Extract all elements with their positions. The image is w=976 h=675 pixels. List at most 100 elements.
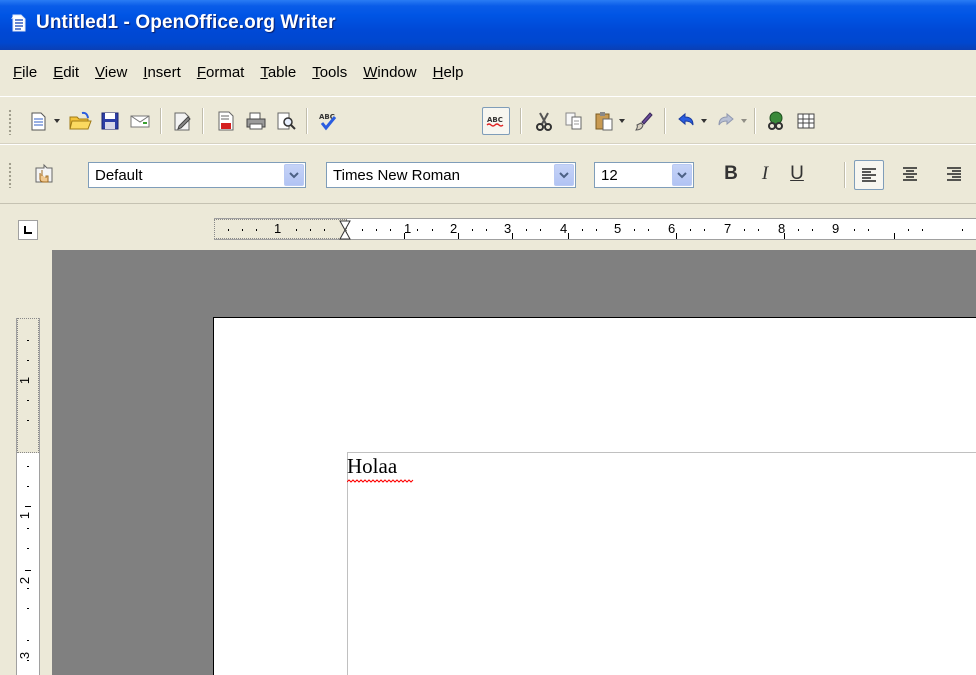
font-name-select[interactable]: Times New Roman [326,162,576,188]
paste-button[interactable] [590,107,618,135]
styles-hand-icon [35,163,53,183]
undo-arrow-icon [678,112,694,126]
italic-button[interactable]: I [752,159,778,189]
openoffice-writer-icon [11,14,26,32]
printer-icon [246,112,266,130]
menu-view[interactable]: View [87,58,135,88]
align-left-icon [862,168,876,182]
font-name-dropdown-button[interactable] [554,164,574,186]
new-document-button[interactable] [24,107,52,135]
formatting-toolbar: Default Times New Roman 12 B I U [0,144,976,204]
menu-file[interactable]: File [5,58,45,88]
edit-document-icon [174,112,191,131]
text-area-boundary [347,452,976,675]
paragraph-style-select[interactable]: Default [88,162,306,188]
menu-insert[interactable]: Insert [135,58,189,88]
menu-help[interactable]: Help [425,58,472,88]
align-center-button[interactable] [896,160,924,188]
table-grid-icon [797,113,815,129]
auto-spellcheck-toggle[interactable]: ABC [482,107,510,135]
vruler-label: 1 [17,511,33,520]
hruler-label: 2 [450,221,458,236]
edit-file-button[interactable] [168,107,196,135]
send-email-button[interactable] [126,107,154,135]
open-folder-icon [69,111,92,130]
align-right-icon [947,167,961,181]
copy-button[interactable] [560,107,588,135]
hruler-label: 1 [404,221,412,236]
spelling-error-underline [347,479,414,483]
vertical-ruler-ticks [25,340,31,661]
undo-dropdown-arrow[interactable] [700,107,708,135]
copy-icon [565,112,582,130]
redo-arrow-icon [718,112,734,126]
export-pdf-button[interactable] [212,107,240,135]
toolbar-separator [202,108,203,134]
clone-formatting-button[interactable] [630,107,658,135]
redo-dropdown-arrow[interactable] [740,107,748,135]
chevron-down-icon [677,172,687,179]
hruler-label: 8 [778,221,786,236]
table-button[interactable] [792,107,820,135]
menu-edit[interactable]: Edit [45,58,87,88]
horizontal-ruler-area: 1 1 2 3 4 5 6 7 8 9 [0,204,976,250]
font-size-select[interactable]: 12 [594,162,694,188]
scissors-icon [536,112,552,131]
paste-dropdown-arrow[interactable] [618,107,626,135]
tab-stop-type-selector[interactable] [18,220,38,240]
undo-button[interactable] [672,107,700,135]
chevron-down-icon [289,172,299,179]
toolbar-separator [754,108,755,134]
window-title: Untitled1 - OpenOffice.org Writer [36,12,336,33]
menu-format[interactable]: Format [189,58,253,88]
page-preview-button[interactable] [272,107,300,135]
document-text[interactable]: Holaa [347,454,397,479]
new-dropdown-arrow[interactable] [53,107,61,135]
svg-text:ABC: ABC [487,116,503,124]
print-button[interactable] [242,107,270,135]
toolbar-grip[interactable] [8,162,12,188]
styles-formatting-button[interactable] [30,161,58,189]
toolbar-separator [844,162,845,188]
hyperlink-button[interactable] [762,107,790,135]
page-preview-icon [277,112,296,130]
menu-table[interactable]: Table [252,58,304,88]
hruler-label: 6 [668,221,676,236]
paragraph-style-dropdown-button[interactable] [284,164,304,186]
vertical-ruler-area: 1 1 2 3 [0,250,52,675]
align-left-button[interactable] [854,160,884,190]
document-page[interactable]: Holaa [213,317,976,675]
clipboard-icon [595,112,613,131]
align-center-icon [903,167,917,181]
title-bar: Untitled1 - OpenOffice.org Writer [0,0,976,50]
toolbar-separator [664,108,665,134]
vruler-label: 3 [17,651,33,660]
new-document-icon [31,112,46,131]
toolbar-grip[interactable] [8,109,12,135]
menu-tools[interactable]: Tools [304,58,355,88]
menu-window[interactable]: Window [355,58,424,88]
save-button[interactable] [96,107,124,135]
bold-button[interactable]: B [718,159,744,189]
font-size-dropdown-button[interactable] [672,164,692,186]
underline-button[interactable]: U [784,159,810,189]
horizontal-ruler-ticks [228,220,963,240]
open-button[interactable] [66,107,94,135]
cut-button[interactable] [530,107,558,135]
pdf-icon [218,111,234,131]
spellcheck-icon: ABC [319,113,337,131]
vertical-ruler[interactable]: 1 1 2 3 [16,318,40,675]
auto-spellcheck-icon: ABC [486,116,504,127]
paintbrush-icon [635,112,653,131]
font-name-value: Times New Roman [333,166,460,184]
spellcheck-button[interactable]: ABC [314,107,342,135]
paragraph-style-value: Default [95,166,143,184]
align-right-button[interactable] [940,160,968,188]
vruler-label: 2 [17,576,33,585]
hruler-label: 4 [560,221,568,236]
font-size-value: 12 [601,166,618,184]
vruler-label: 1 [17,376,33,385]
redo-button[interactable] [712,107,740,135]
horizontal-ruler[interactable]: 1 1 2 3 4 5 6 7 8 9 [214,218,976,240]
standard-toolbar: ABC ABC [0,96,976,144]
